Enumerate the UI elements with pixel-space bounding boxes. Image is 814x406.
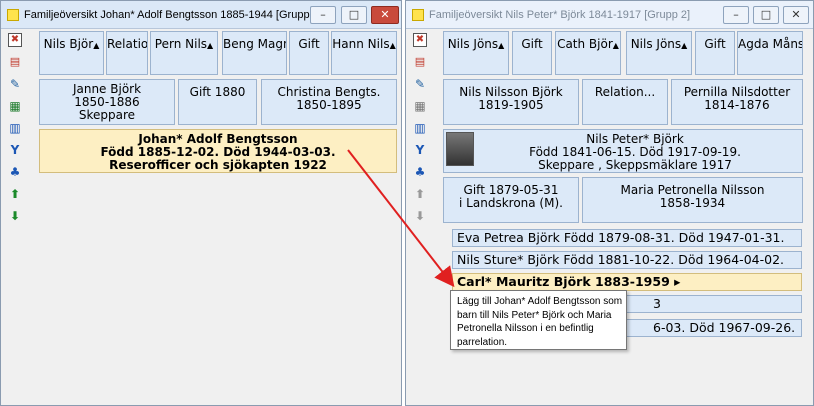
grandparent-box[interactable]: Agda Måns — [737, 31, 803, 75]
grandparent-relation-box[interactable]: Relatio — [106, 31, 148, 75]
father-box[interactable]: Nils Nilsson Björk 1819-1905 — [443, 79, 579, 125]
minimize-button[interactable]: – — [723, 6, 749, 24]
father-box[interactable]: Janne Björk 1850-1886 Skeppare — [39, 79, 175, 125]
maximize-button[interactable]: □ — [341, 6, 367, 24]
child-text: 6-03. Död 1967-09-26. — [653, 320, 796, 335]
grandparent-name: Agda Måns — [738, 37, 803, 51]
mother-box[interactable]: Pernilla Nilsdotter 1814-1876 — [671, 79, 803, 125]
expand-up-icon: ▲ — [681, 41, 688, 50]
app-icon — [412, 9, 424, 21]
grandparent-name: Hann Nils — [332, 37, 390, 51]
main-person-occupation: Reserofficer och sjökapten 1922 — [109, 158, 327, 172]
main-person-box[interactable]: Nils Peter* Björk Född 1841-06-15. Död 1… — [443, 129, 803, 173]
window-title: Familjeöversikt Johan* Adolf Bengtsson 1… — [24, 9, 322, 21]
grandparent-box[interactable]: Pern Nils▲ — [150, 31, 218, 75]
grandparent-name: Nils Jöns — [630, 37, 682, 51]
expand-up-icon: ▲ — [389, 41, 396, 50]
close-button[interactable]: ✕ — [783, 6, 809, 24]
expand-up-icon: ▲ — [93, 41, 100, 50]
window-title: Familjeöversikt Nils Peter* Björk 1841-1… — [429, 9, 691, 21]
grandparent-name: Beng Magn — [223, 37, 287, 51]
relation-label: Relation... — [594, 85, 656, 99]
father-occupation: Skeppare — [78, 108, 136, 122]
marriage-box[interactable]: Gift 1879-05-31 i Landskrona (M). — [443, 177, 579, 223]
title-bar[interactable]: Familjeöversikt Nils Peter* Björk 1841-1… — [406, 1, 813, 29]
mother-years: 1850-1895 — [296, 98, 362, 112]
tooltip-line: Lägg till Johan* Adolf Bengtsson som — [457, 296, 623, 307]
marriage-label: Gift — [704, 37, 726, 51]
tooltip-line: parrelation. — [457, 336, 508, 348]
main-person-box[interactable]: Johan* Adolf Bengtsson Född 1885-12-02. … — [39, 129, 397, 173]
expand-up-icon: ▲ — [207, 41, 214, 50]
family-overview-window-1: Familjeöversikt Johan* Adolf Bengtsson 1… — [0, 0, 402, 406]
grandparent-marriage-box[interactable]: Gift — [289, 31, 329, 75]
grandparent-name: Nils Jöns — [447, 37, 499, 51]
grandparent-box[interactable]: Nils Jöns▲ — [443, 31, 509, 75]
grandparent-box[interactable]: Nils Björ▲ — [39, 31, 104, 75]
father-years: 1819-1905 — [478, 98, 544, 112]
spouse-years: 1858-1934 — [659, 196, 726, 210]
parents-marriage-box[interactable]: Gift 1880 — [178, 79, 257, 125]
expand-up-icon: ▲ — [498, 41, 505, 50]
marriage-date: Gift 1880 — [189, 85, 246, 99]
child-row[interactable]: Eva Petrea Björk Född 1879-08-31. Död 19… — [452, 229, 802, 247]
maximize-button[interactable]: □ — [753, 6, 779, 24]
person-photo — [446, 132, 474, 166]
close-button[interactable]: ✕ — [371, 6, 399, 24]
mother-box[interactable]: Christina Bengts. 1850-1895 — [261, 79, 397, 125]
grandparent-name: Nils Björ — [43, 37, 94, 51]
marriage-label: Gift — [298, 37, 320, 51]
grandparent-name: Pern Nils — [154, 37, 208, 51]
main-person-occupation: Skeppare , Skeppsmäklare 1917 — [538, 158, 732, 172]
title-bar[interactable]: Familjeöversikt Johan* Adolf Bengtsson 1… — [1, 1, 401, 29]
app-icon — [7, 9, 19, 21]
child-text: 3 — [653, 296, 661, 311]
child-row[interactable]: Nils Sture* Björk Född 1881-10-22. Död 1… — [452, 251, 802, 269]
child-row-selected[interactable]: Carl* Mauritz Björk 1883-1959 ▸ — [452, 273, 802, 291]
marriage-label: Gift — [521, 37, 543, 51]
grandparent-name: Cath Björ — [557, 37, 613, 51]
tooltip-line: barn till Nils Peter* Björk och Maria — [457, 309, 612, 321]
marriage-place: i Landskrona (M). — [459, 196, 563, 210]
expand-up-icon: ▲ — [612, 41, 619, 50]
mother-years: 1814-1876 — [704, 98, 770, 112]
grandparent-marriage-box[interactable]: Gift — [512, 31, 552, 75]
parents-relation-box[interactable]: Relation... — [582, 79, 668, 125]
drop-tooltip: Lägg till Johan* Adolf Bengtsson som bar… — [450, 290, 627, 350]
grandparent-box[interactable]: Beng Magn — [222, 31, 287, 75]
grandparent-box[interactable]: Cath Björ▲ — [555, 31, 621, 75]
tooltip-line: Petronella Nilsson i en befintlig — [457, 323, 594, 334]
family-view: Nils Björ▲ Relatio Pern Nils▲ Beng Magn … — [1, 29, 401, 405]
grandparent-marriage-box[interactable]: Gift — [695, 31, 735, 75]
spouse-box[interactable]: Maria Petronella Nilsson 1858-1934 — [582, 177, 803, 223]
minimize-button[interactable]: – — [310, 6, 336, 24]
grandparent-box[interactable]: Nils Jöns▲ — [626, 31, 692, 75]
relation-label: Relatio — [107, 37, 148, 51]
grandparent-box[interactable]: Hann Nils▲ — [331, 31, 397, 75]
